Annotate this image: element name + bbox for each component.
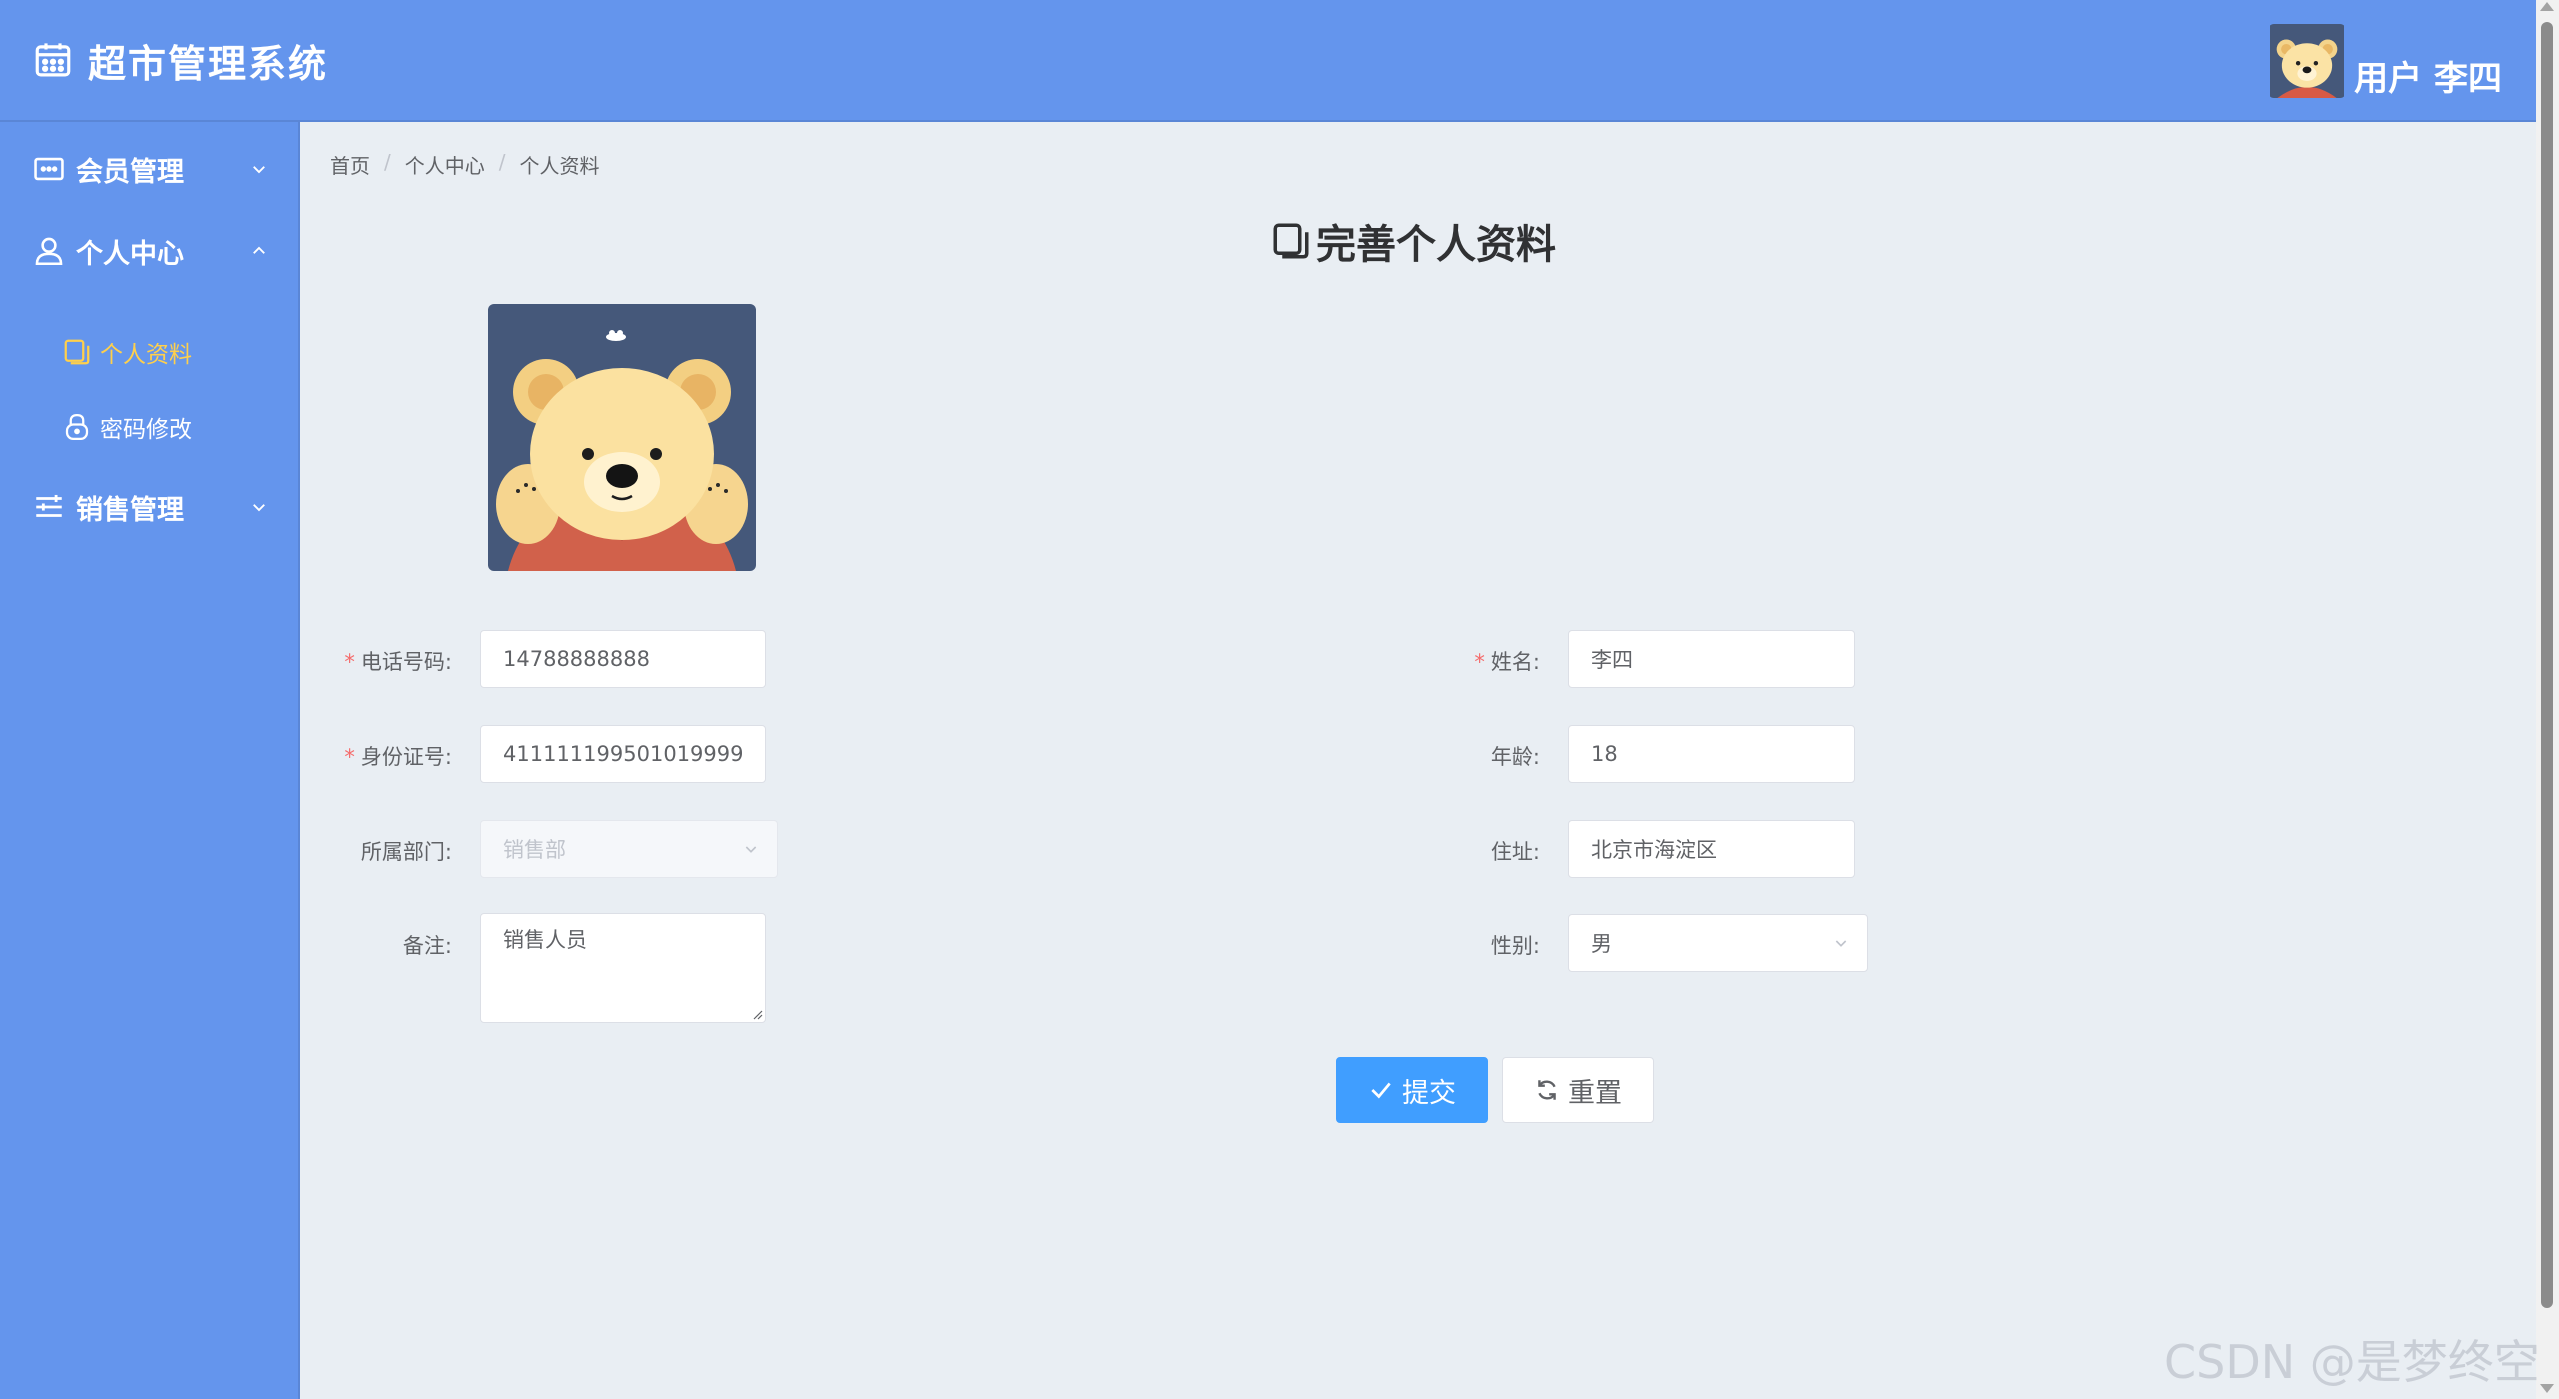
breadcrumb-separator: /: [498, 150, 506, 174]
document-copy-icon: [1273, 223, 1309, 259]
chevron-down-icon: [745, 846, 757, 853]
age-label: 年龄:: [1490, 745, 1540, 769]
sidebar-item-personal-center[interactable]: 个人中心: [0, 216, 298, 286]
user-menu[interactable]: 用户 李四: [2268, 24, 2502, 99]
menu-list-icon: [36, 494, 62, 517]
id-card-icon: [34, 157, 64, 181]
breadcrumb-item-home[interactable]: 首页: [330, 150, 370, 179]
sidebar-item-label: 会员管理: [76, 156, 184, 188]
gender-label: 性别:: [1490, 934, 1540, 958]
remark-textarea[interactable]: 销售人员: [480, 913, 766, 1023]
resize-handle-icon[interactable]: [751, 1008, 763, 1020]
sidebar-item-member-management[interactable]: 会员管理: [0, 134, 298, 204]
avatar[interactable]: [2268, 24, 2346, 98]
sidebar-subitem-personal-info[interactable]: 个人资料: [0, 322, 298, 382]
document-copy-icon: [64, 339, 90, 365]
department-label: 所属部门:: [360, 840, 452, 864]
lock-icon: [65, 413, 89, 440]
page-title: 完善个人资料: [1270, 212, 1556, 270]
id-number-input[interactable]: 411111199501019999: [480, 725, 766, 783]
gender-select-value: 男: [1591, 932, 1612, 956]
refresh-icon: [1538, 1080, 1556, 1100]
phone-input[interactable]: 14788888888: [480, 630, 766, 688]
calendar-icon: [35, 43, 71, 77]
name-label: * 姓名:: [1474, 650, 1540, 674]
user-icon: [35, 237, 63, 266]
sidebar-subitem-label: 个人资料: [100, 342, 192, 368]
page-title-text: 完善个人资料: [1316, 222, 1556, 268]
reset-button-label: 重置: [1568, 1077, 1622, 1109]
app-title: 超市管理系统: [88, 41, 329, 86]
breadcrumb-item-personal-center[interactable]: 个人中心: [405, 150, 485, 179]
top-header: 超市管理系统 用户 李四: [0, 0, 2536, 122]
chevron-down-icon: [1835, 940, 1847, 947]
submit-button-label: 提交: [1402, 1077, 1456, 1109]
profile-avatar-image[interactable]: [488, 304, 756, 571]
sidebar-item-label: 个人中心: [76, 238, 184, 270]
scroll-down-arrow-icon[interactable]: [2540, 1384, 2554, 1393]
sidebar-item-label: 销售管理: [76, 494, 184, 526]
breadcrumb: 首页 / 个人中心 / 个人资料: [330, 150, 600, 179]
app-logo[interactable]: 超市管理系统: [32, 34, 328, 86]
scroll-thumb[interactable]: [2541, 22, 2553, 1308]
remark-label: 备注:: [402, 934, 452, 958]
department-select-value: 销售部: [503, 838, 566, 862]
address-label: 住址:: [1490, 840, 1540, 864]
breadcrumb-separator: /: [384, 150, 391, 174]
department-select: 销售部: [480, 820, 778, 878]
user-name-label: 用户 李四: [2354, 59, 2502, 99]
watermark: CSDN @是梦终空: [2164, 1335, 2540, 1389]
gender-select[interactable]: 男: [1568, 914, 1868, 972]
vertical-scrollbar[interactable]: [2536, 0, 2559, 1399]
name-input[interactable]: 李四: [1568, 630, 1855, 688]
check-icon: [1371, 1082, 1391, 1099]
chevron-up-icon: [253, 246, 265, 254]
remark-text: 销售人员: [503, 928, 587, 952]
submit-button[interactable]: 提交: [1336, 1057, 1488, 1123]
address-input[interactable]: 北京市海淀区: [1568, 820, 1855, 878]
sidebar-subitem-change-password[interactable]: 密码修改: [0, 397, 298, 457]
reset-button[interactable]: 重置: [1502, 1057, 1654, 1123]
sidebar-subitem-label: 密码修改: [100, 417, 192, 443]
chevron-down-icon: [253, 504, 265, 512]
age-input[interactable]: 18: [1568, 725, 1855, 783]
chevron-down-icon: [253, 166, 265, 174]
breadcrumb-item-personal-info: 个人资料: [519, 154, 600, 178]
id-number-label: * 身份证号:: [344, 745, 452, 769]
sidebar-item-sales-management[interactable]: 销售管理: [0, 472, 298, 542]
phone-label: * 电话号码:: [344, 650, 452, 674]
scroll-up-arrow-icon[interactable]: [2540, 2, 2554, 11]
